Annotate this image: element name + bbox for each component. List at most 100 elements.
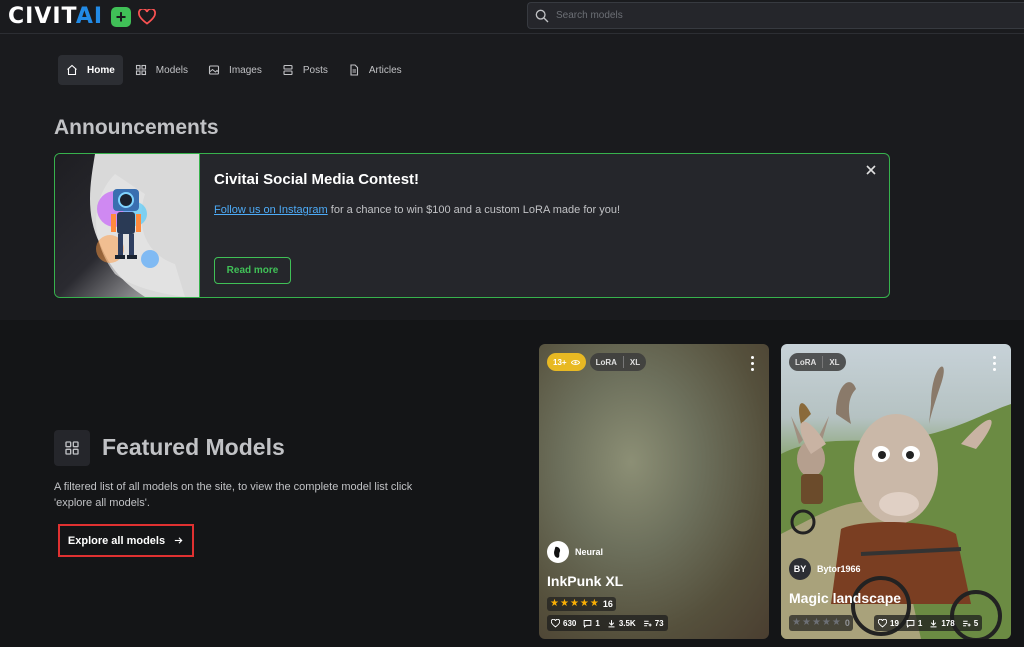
search-bar[interactable] — [527, 2, 1024, 29]
model-type-label: LoRA — [595, 357, 617, 367]
star-icon: ★ — [579, 598, 589, 609]
model-card-magic-landscape[interactable]: LoRA XL BY Bytor1966 Magic landscape ★ ★… — [781, 344, 1011, 639]
arrow-right-icon — [174, 537, 183, 544]
tab-models-label: Models — [155, 64, 189, 76]
heart-icon[interactable] — [137, 7, 157, 27]
comment-icon — [906, 619, 915, 628]
comments-count: 1 — [917, 618, 923, 628]
read-more-button[interactable]: Read more — [214, 257, 291, 284]
star-icon: ★ — [801, 617, 811, 628]
model-type-label: LoRA — [795, 357, 817, 367]
article-icon — [350, 64, 358, 76]
star-icon: ★ — [792, 617, 801, 628]
likes-count: 19 — [890, 618, 899, 628]
announcement-image — [55, 154, 200, 297]
star-icon: ★ — [569, 598, 579, 609]
star-icon: ★ — [559, 598, 569, 609]
rating-stars: ★ ★ ★ ★ ★ 0 — [789, 615, 853, 631]
explore-all-models-label: Explore all models — [67, 534, 166, 547]
tab-home-label: Home — [87, 64, 115, 76]
grid-icon — [135, 64, 146, 76]
search-input[interactable] — [556, 10, 956, 21]
heart-icon — [551, 618, 560, 627]
star-icon: ★ — [550, 598, 559, 609]
creator-info[interactable]: BY Bytor1966 — [789, 558, 861, 580]
tab-articles-label: Articles — [368, 64, 402, 76]
featured-description: A filtered list of all models on the sit… — [54, 481, 413, 509]
comment-icon — [583, 619, 592, 628]
civitai-logo[interactable]: CIVITAI + — [8, 0, 157, 34]
announcement-body-text: for a chance to win $100 and a custom Lo… — [327, 204, 621, 216]
collection-icon — [643, 620, 652, 626]
image-icon — [208, 65, 220, 75]
announcements-title: Announcements — [54, 116, 219, 139]
collection-icon — [962, 620, 971, 626]
announcement-body: Follow us on Instagram for a chance to w… — [214, 204, 620, 216]
tab-posts[interactable]: Posts — [274, 55, 336, 85]
comments-count: 1 — [595, 618, 600, 628]
likes-count: 630 — [563, 618, 577, 628]
downloads-count: 3.5K — [618, 618, 636, 628]
likes-stat: 19 — [878, 618, 899, 628]
rating-count: 0 — [844, 618, 850, 628]
nsfw-rating-badge[interactable]: 13+ — [547, 353, 586, 371]
search-icon — [535, 9, 549, 22]
avatar: BY — [789, 558, 811, 580]
top-header: CIVITAI + — [0, 0, 1024, 34]
instagram-link[interactable]: Follow us on Instagram — [214, 204, 328, 216]
close-icon — [866, 165, 876, 175]
downloads-count: 178 — [941, 618, 955, 628]
collections-stat: 73 — [643, 619, 664, 628]
model-name: InkPunk XL — [547, 573, 624, 589]
explore-all-models-button[interactable]: Explore all models — [58, 524, 194, 557]
comments-stat: 1 — [583, 618, 600, 628]
base-model-label: XL — [629, 357, 641, 367]
collections-count: 5 — [973, 618, 979, 628]
card-menu-button[interactable] — [989, 354, 999, 372]
model-card-inkpunk-xl[interactable]: 13+ LoRA XL Neural InkPunk XL ★ ★ ★ ★ ★ … — [539, 344, 769, 639]
announcement-card: Civitai Social Media Contest! Follow us … — [54, 153, 890, 298]
home-nav-tabs: Home Models Images Posts Articles — [58, 55, 410, 85]
card-badges: 13+ LoRA XL — [547, 353, 647, 371]
model-type-badge: LoRA XL — [589, 353, 647, 371]
logo-wordmark: CIVITAI — [8, 4, 104, 29]
card-stats: 19 1 178 5 — [874, 615, 983, 631]
model-type-badge: LoRA XL — [789, 353, 846, 371]
card-stats: 630 1 3.5K 73 — [547, 615, 668, 631]
tab-models[interactable]: Models — [127, 55, 196, 85]
nsfw-rating-label: 13+ — [553, 357, 567, 367]
rating-count: 16 — [602, 599, 613, 609]
likes-stat: 630 — [551, 618, 577, 628]
star-icon: ★ — [831, 617, 841, 628]
creator-name: Neural — [575, 547, 604, 557]
tab-images-label: Images — [229, 64, 262, 76]
creator-name: Bytor1966 — [817, 564, 861, 574]
download-icon — [930, 619, 937, 627]
card-badges: LoRA XL — [789, 353, 846, 371]
tab-home[interactable]: Home — [58, 55, 123, 85]
tab-images[interactable]: Images — [200, 55, 270, 85]
download-icon — [608, 619, 615, 627]
create-plus-icon[interactable]: + — [111, 6, 132, 27]
tab-articles[interactable]: Articles — [340, 55, 410, 85]
featured-icon-box — [54, 430, 90, 466]
collections-stat: 5 — [962, 619, 978, 628]
posts-icon — [283, 64, 293, 76]
eye-icon — [570, 359, 580, 365]
heart-icon — [878, 618, 887, 627]
creator-info[interactable]: Neural — [547, 541, 603, 563]
star-icon: ★ — [811, 617, 821, 628]
downloads-stat: 178 — [929, 618, 955, 628]
rating-stars: ★ ★ ★ ★ ★ 16 — [547, 597, 616, 611]
collections-count: 73 — [654, 618, 664, 628]
star-icon: ★ — [589, 598, 599, 609]
downloads-stat: 3.5K — [607, 619, 636, 628]
model-name: Magic landscape — [789, 590, 902, 606]
card-menu-button[interactable] — [747, 354, 757, 372]
comments-stat: 1 — [906, 619, 922, 628]
tab-posts-label: Posts — [302, 64, 328, 76]
featured-models-title: Featured Models — [102, 434, 285, 460]
home-icon — [67, 64, 77, 76]
announcement-heading: Civitai Social Media Contest! — [214, 171, 420, 188]
close-announcement-button[interactable] — [863, 162, 879, 178]
